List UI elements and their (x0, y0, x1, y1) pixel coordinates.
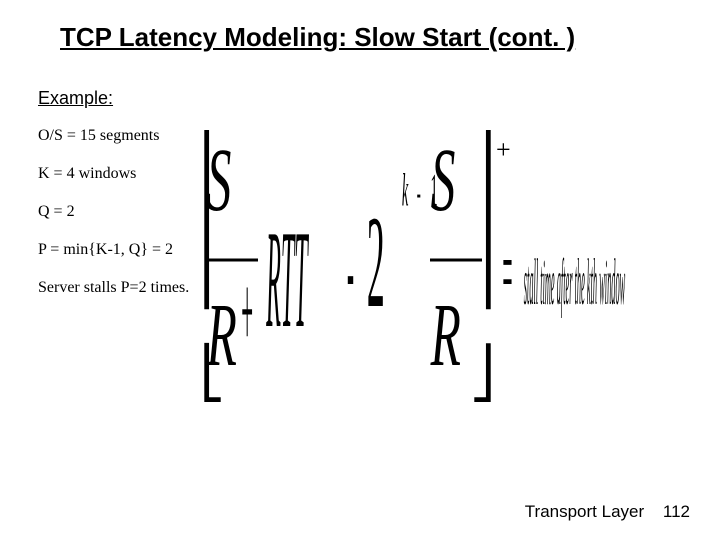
plus-sign: + (241, 255, 253, 370)
svg-text:R: R (430, 284, 461, 384)
svg-text:R: R (206, 284, 237, 384)
equation-block: ⎡ ⎣ S R + RTT - 2 k - 1 S R ⎤ ⎦ (200, 130, 700, 410)
footer-page-number: 112 (663, 502, 690, 521)
svg-text:S: S (431, 130, 456, 230)
svg-text:S: S (207, 130, 232, 230)
footer-section: Transport Layer (525, 502, 644, 521)
footer: Transport Layer 112 (525, 502, 690, 522)
slide-title: TCP Latency Modeling: Slow Start (cont. … (60, 22, 575, 53)
svg-text:-: - (417, 172, 421, 215)
minus-sign-1: - (347, 213, 354, 328)
base-two: 2 (367, 189, 385, 335)
rhs-stall-text: stall time after the kth window (524, 246, 626, 319)
plus-superscript: + (496, 135, 511, 164)
svg-text:⎤: ⎤ (470, 130, 495, 310)
equals-sign: = (503, 219, 513, 325)
svg-text:⎦: ⎦ (470, 343, 495, 403)
right-bracket-icon: ⎤ ⎦ (470, 130, 495, 403)
svg-text:k: k (402, 165, 409, 216)
rtt-text: RTT (266, 202, 309, 357)
example-label: Example: (38, 88, 268, 109)
